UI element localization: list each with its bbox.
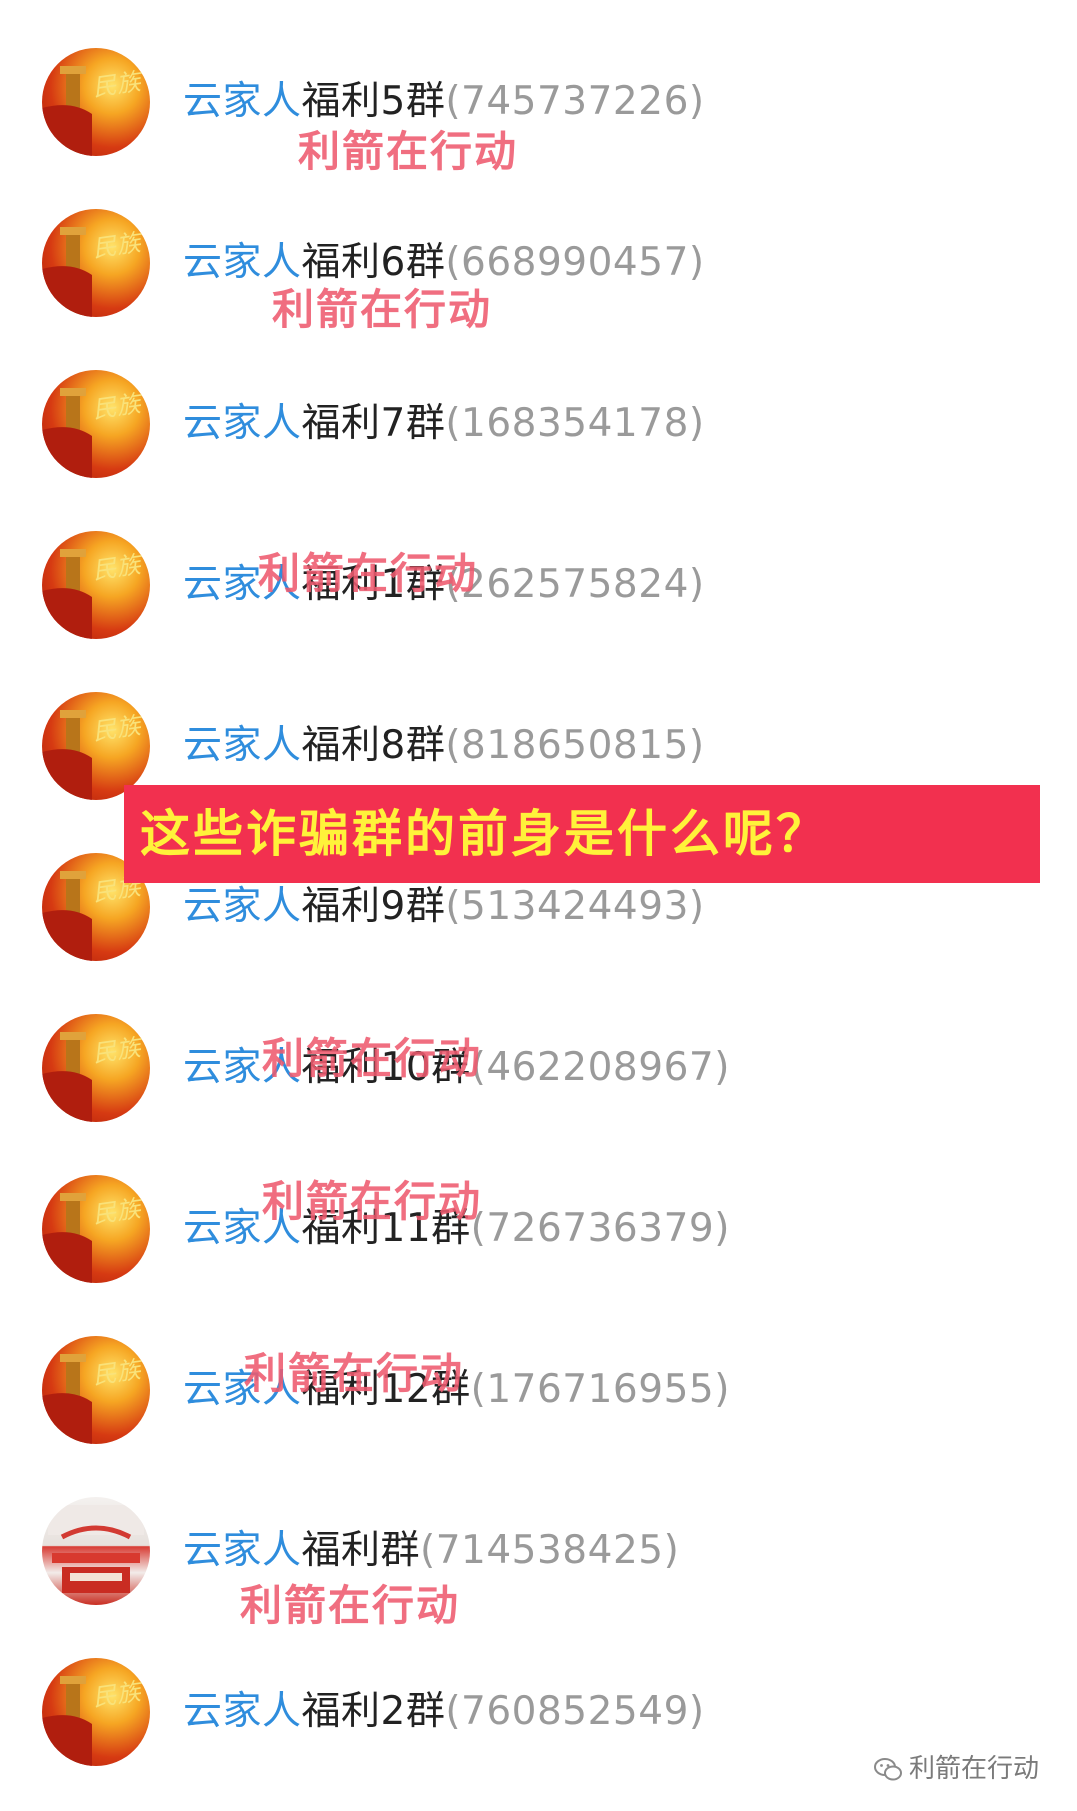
building-photo-avatar[interactable] [42,1497,150,1605]
svg-text:民族: 民族 [91,711,146,746]
caption-banner-text: 这些诈骗群的前身是什么呢？ [140,805,829,863]
group-list-item[interactable]: 民族 云家人福利11群(726736379) [0,1147,1077,1307]
group-name-prefix: 云家人 [183,1528,302,1573]
group-number: (818650815) [445,723,705,768]
group-number: (714538425) [420,1528,680,1573]
watermark: 利箭在行动 [262,1177,483,1226]
account-watermark-text: 利箭在行动 [908,1754,1039,1784]
svg-text:民族: 民族 [91,550,146,585]
national-emblem-avatar[interactable]: 民族 [42,1336,150,1444]
group-name-label: 福利2群 [301,1689,446,1734]
watermark: 利箭在行动 [244,1349,465,1398]
group-name-label: 福利群 [301,1528,421,1573]
group-name[interactable]: 云家人福利群(714538425) [183,1525,679,1577]
account-watermark: 利箭在行动 [873,1748,1039,1788]
group-number: (760852549) [445,1689,705,1734]
group-number: (176716955) [470,1367,730,1412]
group-number: (513424493) [445,884,705,929]
group-list-item[interactable]: 民族 云家人福利6群(668990457) [0,181,1077,341]
national-emblem-avatar[interactable]: 民族 [42,48,150,156]
group-name-prefix: 云家人 [183,79,302,124]
wechat-icon [873,1757,903,1783]
svg-text:民族: 民族 [91,228,146,263]
group-name-label: 福利8群 [301,723,446,768]
group-name[interactable]: 云家人福利7群(168354178) [183,398,705,450]
group-name-prefix: 云家人 [183,401,302,446]
group-list-item[interactable]: 民族 云家人福利10群(462208967) [0,986,1077,1146]
caption-banner: 这些诈骗群的前身是什么呢？ [124,785,1040,883]
group-name[interactable]: 云家人福利9群(513424493) [183,881,705,933]
national-emblem-avatar[interactable]: 民族 [42,531,150,639]
national-emblem-avatar[interactable]: 民族 [42,209,150,317]
svg-text:民族: 民族 [91,1355,146,1390]
group-name-label: 福利9群 [301,884,446,929]
group-list-item[interactable]: 民族 云家人福利5群(745737226) [0,20,1077,180]
group-name-prefix: 云家人 [183,1689,302,1734]
svg-text:民族: 民族 [91,1194,146,1229]
group-name[interactable]: 云家人福利2群(760852549) [183,1686,705,1738]
group-name[interactable]: 云家人福利8群(818650815) [183,720,705,772]
watermark: 利箭在行动 [272,285,493,334]
group-number: (168354178) [445,401,705,446]
svg-text:民族: 民族 [91,1677,146,1712]
group-number: (462208967) [470,1045,730,1090]
group-name-prefix: 云家人 [183,884,302,929]
group-number: (726736379) [470,1206,730,1251]
national-emblem-avatar[interactable]: 民族 [42,1175,150,1283]
svg-text:民族: 民族 [91,67,146,102]
watermark: 利箭在行动 [240,1581,461,1630]
svg-text:民族: 民族 [91,1033,146,1068]
group-list-item[interactable]: 云家人福利群(714538425) [0,1469,1077,1629]
group-name-label: 福利7群 [301,401,446,446]
group-number: (262575824) [445,562,705,607]
national-emblem-avatar[interactable]: 民族 [42,692,150,800]
national-emblem-avatar[interactable]: 民族 [42,1014,150,1122]
group-name-prefix: 云家人 [183,723,302,768]
group-list-item[interactable]: 民族 云家人福利1群(262575824) [0,503,1077,663]
watermark: 利箭在行动 [298,127,519,176]
national-emblem-avatar[interactable]: 民族 [42,370,150,478]
svg-text:民族: 民族 [91,389,146,424]
watermark: 利箭在行动 [262,1034,483,1083]
group-list-item[interactable]: 民族 云家人福利12群(176716955) [0,1308,1077,1468]
group-list-item[interactable]: 民族 云家人福利7群(168354178) [0,342,1077,502]
watermark: 利箭在行动 [258,549,479,598]
national-emblem-avatar[interactable]: 民族 [42,1658,150,1766]
